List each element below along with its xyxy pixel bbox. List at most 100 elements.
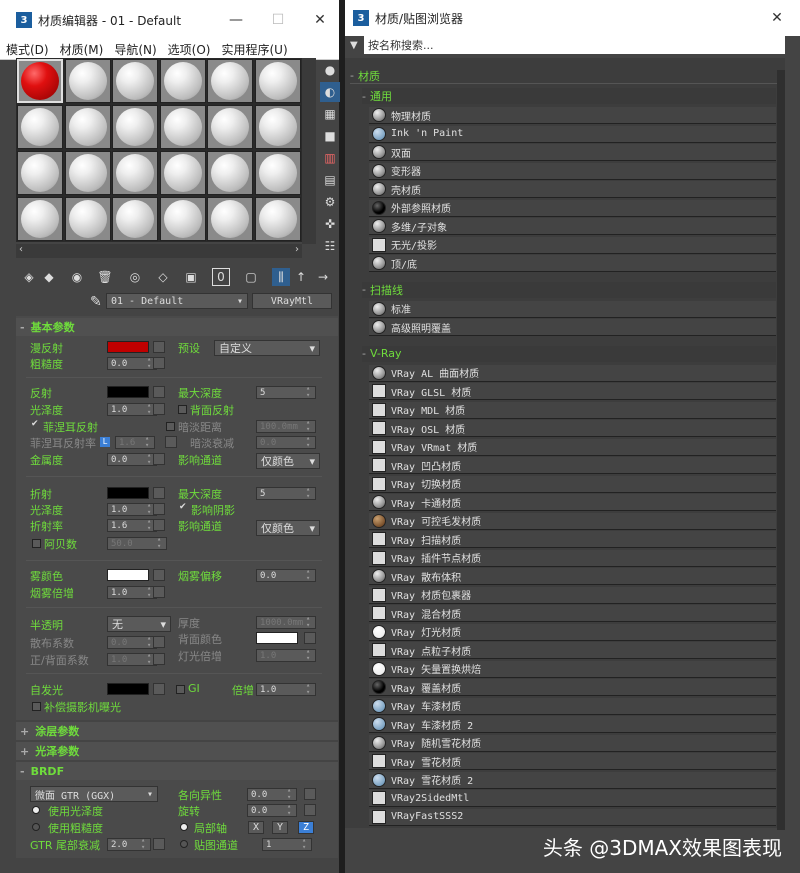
affect-shadows-check-icon[interactable]: ✔ xyxy=(179,502,187,512)
make-unique-icon[interactable]: ◎ xyxy=(126,268,144,286)
front-back-map-button[interactable] xyxy=(153,653,165,665)
get-material-icon[interactable]: ◈ xyxy=(20,268,38,286)
material-navigator-icon[interactable]: ☷ xyxy=(320,236,340,256)
diffuse-color-swatch[interactable] xyxy=(107,341,149,353)
anisotropy-map-button[interactable] xyxy=(304,788,316,800)
sample-slot[interactable] xyxy=(159,151,206,195)
rotation-map-button[interactable] xyxy=(304,804,316,816)
browser-list-item[interactable]: VRay 扫描材质 xyxy=(369,531,776,548)
browser-scrollbar[interactable] xyxy=(777,70,785,830)
sample-slot[interactable] xyxy=(112,59,158,103)
self-illum-map-button[interactable] xyxy=(153,683,165,695)
reset-map-icon[interactable]: 🗑 xyxy=(96,268,114,286)
scatter-spinner[interactable]: 0.0 xyxy=(107,635,157,649)
brdf-rollout[interactable]: - BRDF xyxy=(16,762,338,780)
options-icon[interactable]: ⚙ xyxy=(320,192,340,212)
put-to-library-icon[interactable]: ◇ xyxy=(154,268,172,286)
browser-list-item[interactable]: VRay 车漆材质 2 xyxy=(369,716,776,733)
refract-max-depth-spinner[interactable]: 5 xyxy=(256,486,316,500)
anisotropy-spinner[interactable]: 0.0 xyxy=(247,787,297,801)
browser-list-item[interactable]: VRay OSL 材质 xyxy=(369,420,776,437)
browser-list-item[interactable]: VRay 切换材质 xyxy=(369,475,776,493)
sample-slot[interactable] xyxy=(207,151,253,195)
use-gloss-radio[interactable] xyxy=(32,806,40,814)
gi-checkbox[interactable] xyxy=(176,685,185,694)
browser-list-item[interactable]: VRay 混合材质 xyxy=(369,605,776,622)
map-channel-spinner[interactable]: 1 xyxy=(262,837,312,851)
ior-spinner[interactable]: 1.6 xyxy=(107,518,157,532)
browser-list-item[interactable]: VRay GLSL 材质 xyxy=(369,383,776,400)
roughness-map-button[interactable] xyxy=(153,357,165,369)
browser-list-item[interactable]: VRay VRmat 材质 xyxy=(369,438,776,456)
sample-slot[interactable] xyxy=(207,105,253,149)
sample-slot[interactable] xyxy=(17,151,63,195)
metalness-map-button[interactable] xyxy=(153,453,165,465)
group-header[interactable]: - 通用 xyxy=(362,88,776,104)
browser-close-button[interactable]: ✕ xyxy=(757,0,797,36)
close-button[interactable]: ✕ xyxy=(300,0,340,40)
sample-slot[interactable] xyxy=(159,59,206,103)
abbe-checkbox[interactable] xyxy=(32,539,41,548)
browser-list-item[interactable]: VRay 可控毛发材质 xyxy=(369,512,776,530)
group-header[interactable]: - 扫描线 xyxy=(362,281,776,298)
sample-slot[interactable] xyxy=(64,197,111,241)
gtr-tail-map-button[interactable] xyxy=(153,838,165,850)
fresnel-check-icon[interactable]: ✔ xyxy=(31,419,39,429)
scroll-right-icon[interactable]: › xyxy=(295,244,299,255)
reflect-max-depth-spinner[interactable]: 5 xyxy=(256,385,316,399)
backlight-icon[interactable]: ◐ xyxy=(320,82,340,102)
front-back-spinner[interactable]: 1.0 xyxy=(107,652,157,666)
material-id-channel-icon[interactable]: 0 xyxy=(212,268,230,286)
browser-list-item[interactable]: VRay 覆盖材质 xyxy=(369,679,776,696)
axis-y-button[interactable]: Y xyxy=(272,821,288,834)
browser-list-item[interactable]: 顶/底 xyxy=(369,255,776,272)
fresnel-ior-spinner[interactable]: 1.6 xyxy=(115,435,155,449)
browser-list-item[interactable]: VRay 车漆材质 xyxy=(369,697,776,715)
thickness-spinner[interactable]: 1000.0mm xyxy=(256,615,316,629)
refract-gloss-spinner[interactable]: 1.0 xyxy=(107,502,157,516)
self-illum-color-swatch[interactable] xyxy=(107,683,149,695)
roughness-spinner[interactable]: 0.0 xyxy=(107,356,157,370)
browser-list-item[interactable]: VRay 插件节点材质 xyxy=(369,549,776,567)
sample-slot[interactable] xyxy=(112,151,158,195)
select-by-material-icon[interactable]: ✜ xyxy=(320,214,340,234)
sheen-params-rollout[interactable]: + 光泽参数 xyxy=(16,742,338,760)
browser-list-item[interactable]: VRay 灯光材质 xyxy=(369,623,776,641)
ior-map-button[interactable] xyxy=(153,519,165,531)
preset-dropdown[interactable]: 自定义 ▾ xyxy=(214,340,320,356)
sample-slot[interactable] xyxy=(64,105,111,149)
dim-distance-spinner[interactable]: 100.0mm xyxy=(256,419,316,433)
reflect-color-swatch[interactable] xyxy=(107,386,149,398)
sample-slot[interactable] xyxy=(159,197,206,241)
browser-list-item[interactable]: 标准 xyxy=(369,300,776,318)
self-illum-mult-spinner[interactable]: 1.0 xyxy=(256,682,316,696)
sample-slot[interactable] xyxy=(254,59,301,103)
scroll-left-icon[interactable]: ‹ xyxy=(19,244,23,255)
group-materials[interactable]: - 材质 xyxy=(350,68,777,84)
menu-utilities[interactable]: 实用程序(U) xyxy=(221,41,287,58)
go-to-parent-icon[interactable]: ↑ xyxy=(292,268,310,286)
browser-list-item[interactable]: VRay 雪花材质 2 xyxy=(369,771,776,789)
browser-list-item[interactable]: VRay2SidedMtl xyxy=(369,790,776,807)
vertical-scrollbar[interactable] xyxy=(302,58,316,244)
browser-list-item[interactable]: VRay MDL 材质 xyxy=(369,401,776,419)
browser-list-item[interactable]: 高级照明覆盖 xyxy=(369,319,776,336)
put-to-scene-icon[interactable]: ◆ xyxy=(40,268,58,286)
sample-slot[interactable] xyxy=(207,59,253,103)
menu-navigation[interactable]: 导航(N) xyxy=(114,41,156,58)
axis-x-button[interactable]: X xyxy=(248,821,264,834)
background-icon[interactable]: ▦ xyxy=(320,104,340,124)
refract-gloss-map-button[interactable] xyxy=(153,503,165,515)
sample-slot[interactable] xyxy=(254,105,301,149)
translucency-dropdown[interactable]: 无 ▾ xyxy=(107,616,171,632)
horizontal-scrollbar[interactable]: ‹ › xyxy=(16,244,302,258)
browser-list-item[interactable]: VRay 材质包裹器 xyxy=(369,586,776,604)
use-roughness-radio[interactable] xyxy=(32,823,40,831)
sample-type-icon[interactable]: ● xyxy=(320,60,340,80)
sample-slot[interactable] xyxy=(254,151,301,195)
compensate-exposure-checkbox[interactable] xyxy=(32,702,41,711)
sample-slot[interactable] xyxy=(64,59,111,103)
refract-map-button[interactable] xyxy=(153,487,165,499)
maximize-button[interactable]: ☐ xyxy=(258,0,298,40)
scatter-map-button[interactable] xyxy=(153,636,165,648)
